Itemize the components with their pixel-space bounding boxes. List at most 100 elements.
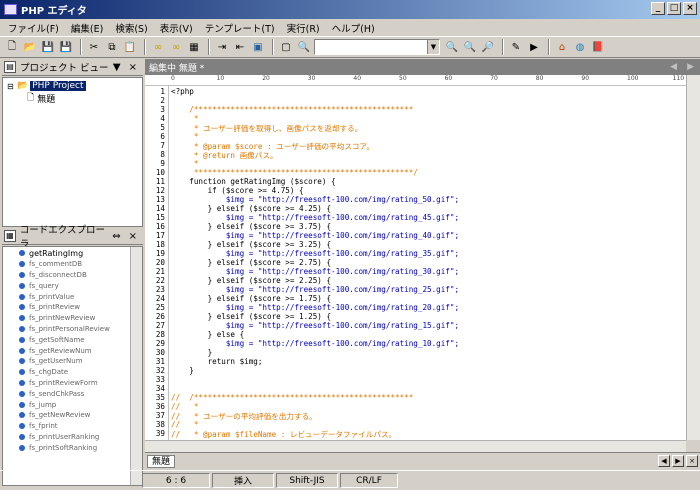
menu-file[interactable]: ファイル(F) — [2, 21, 65, 35]
maximize-button[interactable]: □ — [667, 2, 681, 15]
code-explorer-item[interactable]: getRatingImg — [3, 248, 142, 259]
replace-icon[interactable]: 🔎 — [480, 39, 496, 55]
find-prev-icon[interactable]: 🔍 — [462, 39, 478, 55]
run-icon[interactable]: ▶ — [526, 39, 542, 55]
code-line[interactable]: /***************************************… — [171, 105, 413, 114]
code-explorer-scrollbar[interactable] — [130, 247, 142, 485]
save-all-icon[interactable]: 💾 — [58, 39, 74, 55]
editor-vertical-scrollbar[interactable] — [686, 75, 700, 440]
panel-close-icon[interactable]: × — [129, 62, 137, 73]
code-explorer-item[interactable]: fs_getSoftName — [3, 334, 142, 345]
code-line[interactable]: } elseif ($score >= 3.25) { — [171, 240, 331, 249]
outdent-icon[interactable]: ⇤ — [232, 39, 248, 55]
code-line[interactable]: function getRatingImg ($score) { — [171, 177, 335, 186]
link-icon[interactable]: ∞ — [150, 39, 166, 55]
code-line[interactable]: $img = "http://freesoft-100.com/img/rati… — [171, 267, 459, 276]
code-explorer-item[interactable]: fs_sendChkPass — [3, 388, 142, 399]
new-file-icon[interactable]: 🗋 — [4, 39, 20, 55]
cut-icon[interactable]: ✂ — [86, 39, 102, 55]
code-line[interactable]: } else { — [171, 330, 245, 339]
nav-right-icon[interactable]: ▶ — [687, 62, 694, 72]
menu-edit[interactable]: 編集(E) — [65, 21, 109, 35]
code-explorer-item[interactable]: fs_getReviewNum — [3, 345, 142, 356]
code-explorer-item[interactable]: fs_printReview — [3, 302, 142, 313]
code-line[interactable]: // * — [171, 420, 198, 429]
code-line[interactable]: } elseif ($score >= 2.25) { — [171, 276, 331, 285]
code-line[interactable]: $img = "http://freesoft-100.com/img/rati… — [171, 249, 459, 258]
code-line[interactable]: * — [171, 132, 199, 141]
code-line[interactable]: } — [171, 366, 194, 375]
tab-next-icon[interactable]: ▶ — [672, 455, 684, 467]
menu-search[interactable]: 検索(S) — [109, 21, 153, 35]
code-line[interactable]: $img = "http://freesoft-100.com/img/rati… — [171, 213, 459, 222]
tab-untitled[interactable]: 無題 — [147, 454, 176, 468]
menu-help[interactable]: ヘルプ(H) — [326, 21, 381, 35]
code-line[interactable]: $img = "http://freesoft-100.com/img/rati… — [171, 321, 459, 330]
minimize-button[interactable]: _ — [651, 2, 665, 15]
code-line[interactable]: $img = "http://freesoft-100.com/img/rati… — [171, 195, 459, 204]
code-editor[interactable]: 1 <?php 2 3 /******************************… — [145, 86, 686, 440]
save-icon[interactable]: 💾 — [40, 39, 56, 55]
menu-view[interactable]: 表示(V) — [154, 21, 199, 35]
code-line[interactable]: // * @param $fileName : レビューデータファイルパス。 — [171, 429, 396, 440]
zoom-icon[interactable]: 🔍 — [296, 39, 312, 55]
code-explorer-item[interactable]: fs_chgDate — [3, 367, 142, 378]
code-explorer-item[interactable]: fs_printSoftRanking — [3, 442, 142, 453]
code-line[interactable]: $img = "http://freesoft-100.com/img/rati… — [171, 303, 459, 312]
tab-close-icon[interactable]: × — [686, 455, 698, 467]
code-explorer-item[interactable]: fs_printReviewForm — [3, 378, 142, 389]
close-button[interactable]: × — [683, 2, 697, 15]
code-line[interactable]: if ($score >= 4.75) { — [171, 186, 304, 195]
code-line[interactable]: $img = "http://freesoft-100.com/img/rati… — [171, 285, 459, 294]
code-line[interactable]: $img = "http://freesoft-100.com/img/rati… — [171, 231, 459, 240]
tree-item-project[interactable]: ⊟ 📂 PHP Project — [3, 80, 142, 92]
tab-prev-icon[interactable]: ◀ — [658, 455, 670, 467]
code-line[interactable]: ****************************************… — [171, 168, 418, 177]
code-explorer-item[interactable]: fs_getUserNum — [3, 356, 142, 367]
code-explorer-item[interactable]: fs_jump — [3, 399, 142, 410]
panel-dock-icon[interactable]: ⇔ — [112, 231, 120, 242]
code-explorer-item[interactable]: fs_printNewReview — [3, 313, 142, 324]
code-explorer-item[interactable]: fs_printUserRanking — [3, 432, 142, 443]
book-icon[interactable]: 📕 — [590, 39, 606, 55]
code-explorer-item[interactable]: fs_printValue — [3, 291, 142, 302]
code-line[interactable]: } elseif ($score >= 1.25) { — [171, 312, 331, 321]
code-explorer-item[interactable]: fs_commentDB — [3, 259, 142, 270]
code-line[interactable]: } elseif ($score >= 4.25) { — [171, 204, 331, 213]
browser-icon[interactable]: ▢ — [278, 39, 294, 55]
nav-left-icon[interactable]: ◀ — [670, 62, 677, 72]
code-explorer-item[interactable]: fs_getNewReview — [3, 410, 142, 421]
code-line[interactable]: // * — [171, 402, 198, 411]
indent-icon[interactable]: ⇥ — [214, 39, 230, 55]
grid-icon[interactable]: ▦ — [186, 39, 202, 55]
code-line[interactable]: $img = "http://freesoft-100.com/img/rati… — [171, 339, 459, 348]
paste-icon[interactable]: 📋 — [122, 39, 138, 55]
web-icon[interactable]: ◍ — [572, 39, 588, 55]
code-explorer-item[interactable]: fs_fprint — [3, 421, 142, 432]
code-line[interactable]: } — [171, 348, 213, 357]
code-explorer-item[interactable]: fs_printPersonalReview — [3, 324, 142, 335]
collapse-icon[interactable]: ⊟ — [7, 82, 17, 91]
panel-close-icon[interactable]: × — [129, 231, 137, 242]
panel-menu-icon[interactable]: ▼ — [113, 62, 121, 73]
code-line[interactable]: * — [171, 159, 199, 168]
code-line[interactable]: } elseif ($score >= 1.75) { — [171, 294, 331, 303]
unlink-icon[interactable]: ∞ — [168, 39, 184, 55]
code-line[interactable]: } elseif ($score >= 2.75) { — [171, 258, 331, 267]
copy-icon[interactable]: ⧉ — [104, 39, 120, 55]
home-icon[interactable]: ⌂ — [554, 39, 570, 55]
menu-run[interactable]: 実行(R) — [281, 21, 326, 35]
edit-icon[interactable]: ✎ — [508, 39, 524, 55]
chevron-down-icon[interactable]: ▼ — [427, 40, 439, 54]
code-line[interactable]: return $img; — [171, 357, 263, 366]
code-line[interactable]: } elseif ($score >= 3.75) { — [171, 222, 331, 231]
open-folder-icon[interactable]: 📂 — [22, 39, 38, 55]
image-icon[interactable]: ▣ — [250, 39, 266, 55]
search-input[interactable]: ▼ — [314, 39, 440, 55]
code-explorer-item[interactable]: fs_query — [3, 280, 142, 291]
tree-item-file[interactable]: 🗋 無題 — [3, 92, 142, 105]
menu-template[interactable]: テンプレート(T) — [199, 21, 281, 35]
code-line[interactable]: <?php — [171, 87, 194, 96]
code-line[interactable]: * ユーザー評価を取得し、画像パスを返却する。 — [171, 123, 362, 134]
code-line[interactable]: * — [171, 114, 199, 123]
